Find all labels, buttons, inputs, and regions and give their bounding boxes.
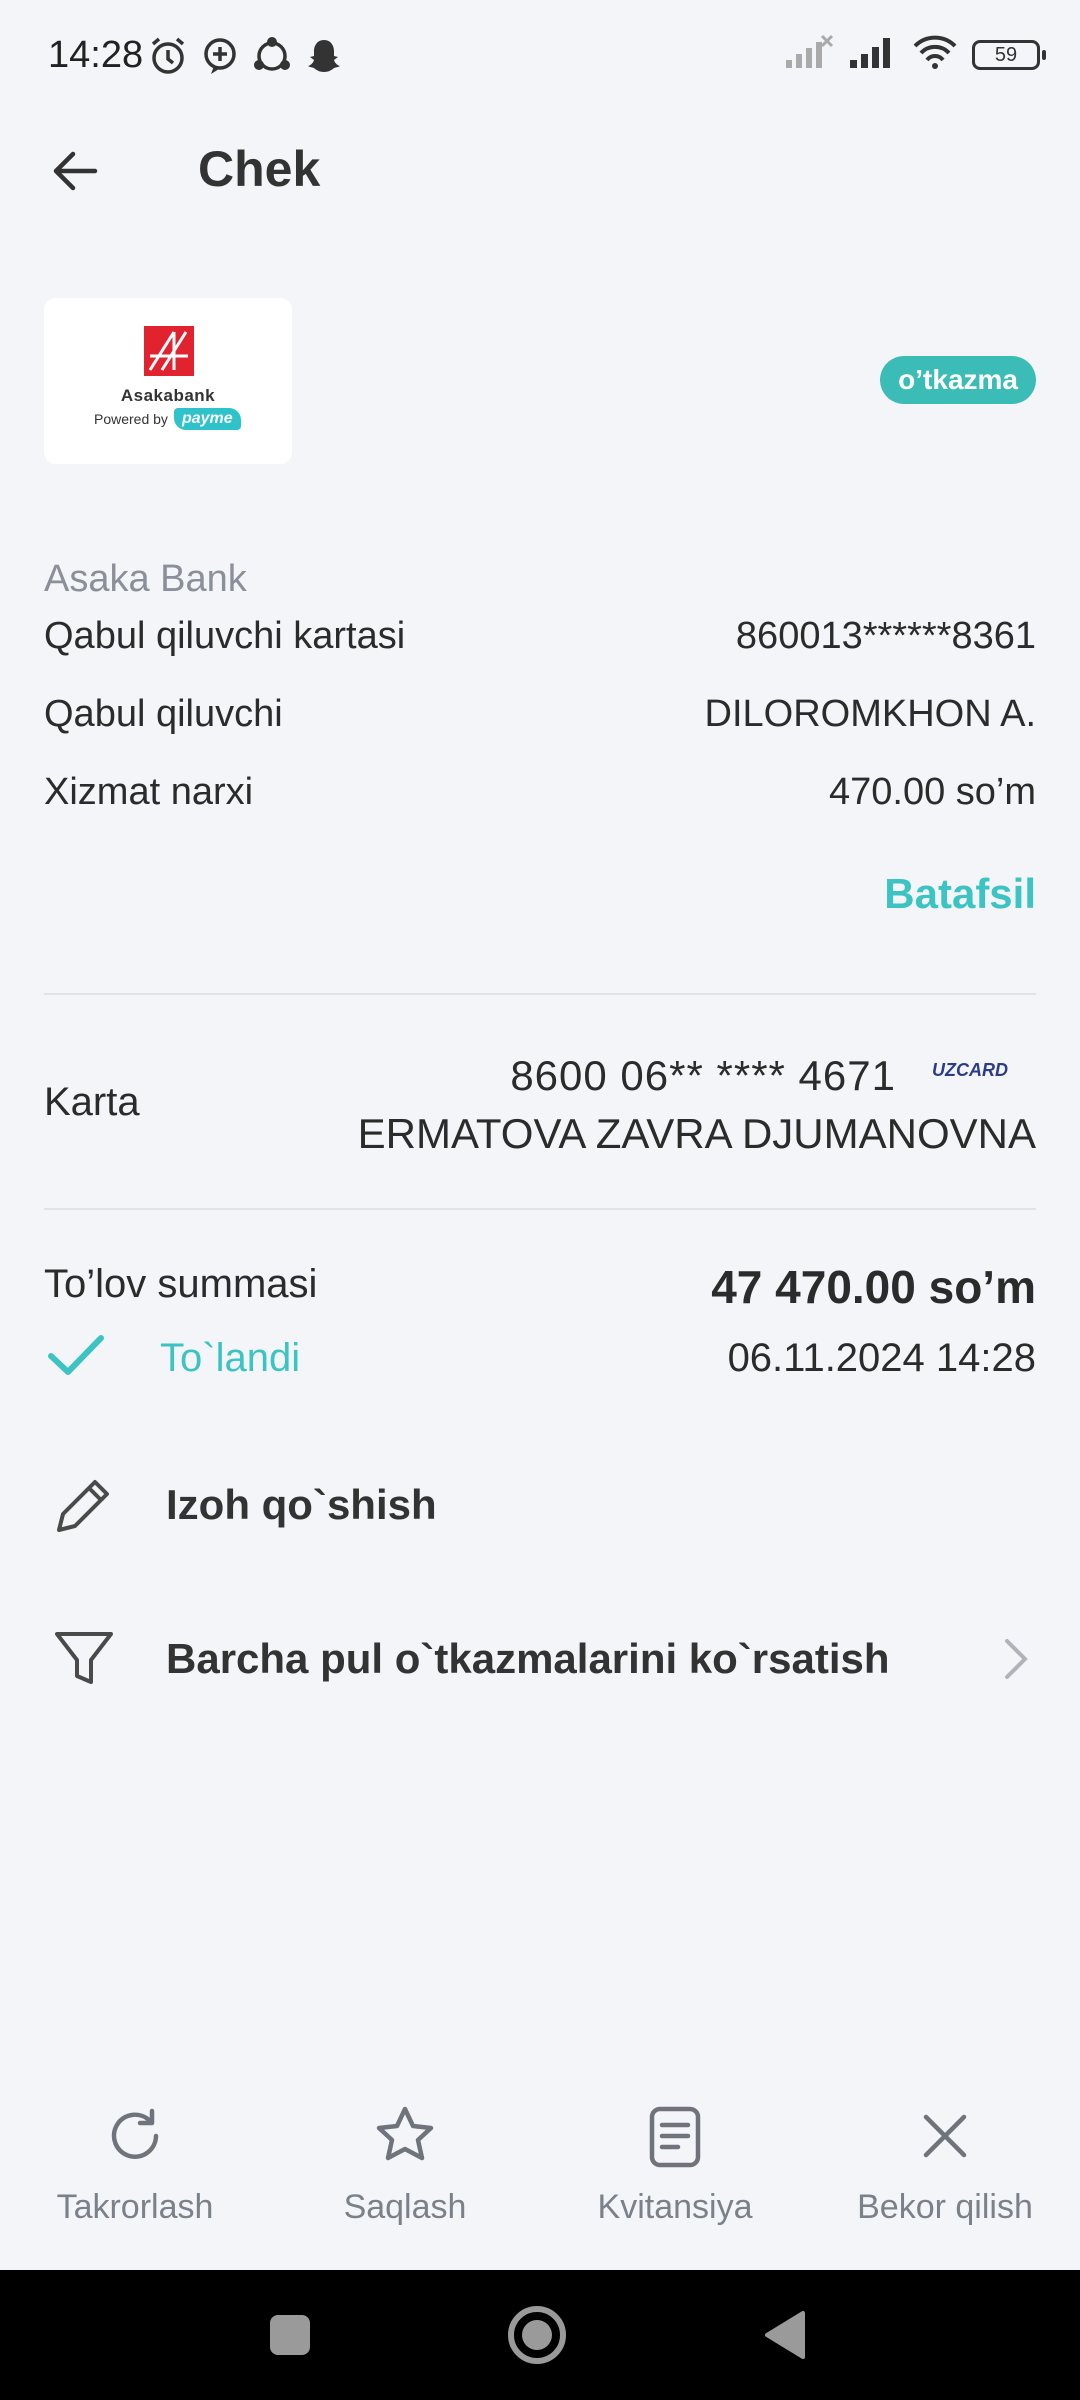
wifi-icon	[912, 34, 958, 75]
payment-amount: 47 470.00 so’m	[711, 1261, 1036, 1313]
no-signal-icon	[784, 34, 834, 75]
payment-label: To’lov summasi	[44, 1262, 318, 1306]
payment-date: 06.11.2024 14:28	[727, 1336, 1036, 1380]
alarm-icon	[146, 34, 190, 78]
logo-name: Asakabank	[120, 386, 216, 405]
filter-icon	[44, 1619, 124, 1699]
payment-status: To`landi	[160, 1336, 301, 1380]
back-button[interactable]	[40, 136, 110, 206]
signal-icon	[848, 34, 898, 75]
status-bar: 14:28 59	[0, 0, 1080, 110]
receipt-button[interactable]: Kvitansiya	[540, 2096, 810, 2246]
add-comment-button[interactable]: Izoh qo`shish	[44, 1460, 1036, 1550]
detail-label: Xizmat narxi	[44, 770, 254, 813]
detail-value: DILOROMKHON A.	[704, 692, 1037, 735]
home-button[interactable]	[502, 2300, 572, 2370]
card-number: 8600 06** **** 4671	[510, 1052, 896, 1099]
receipt-icon	[635, 2096, 715, 2176]
recents-button[interactable]	[255, 2300, 325, 2370]
system-icons: 59	[784, 34, 1046, 75]
payme-badge: payme	[173, 408, 241, 430]
triangle-back-icon	[765, 2311, 805, 2359]
detail-row-recipient: Qabul qiluvchi DILOROMKHON A.	[44, 684, 1036, 744]
chevron-right-icon	[996, 1629, 1036, 1689]
detail-value: 470.00 so’m	[828, 770, 1036, 813]
merchant-logo: Asakabank Powered by payme	[44, 298, 292, 464]
refresh-icon	[95, 2096, 175, 2176]
system-nav-bar	[0, 2270, 1080, 2400]
receipt-label: Kvitansiya	[597, 2188, 753, 2226]
repeat-button[interactable]: Takrorlash	[0, 2096, 270, 2246]
more-details-link[interactable]: Batafsil	[884, 870, 1036, 918]
star-icon	[365, 2096, 445, 2176]
logo-powered-by: Powered by payme	[94, 408, 241, 430]
divider	[44, 993, 1036, 995]
bank-name: Asaka Bank	[44, 558, 247, 600]
powered-by-text: Powered by	[94, 411, 168, 427]
repeat-label: Takrorlash	[56, 2188, 214, 2226]
detail-label: Qabul qiluvchi	[44, 692, 283, 735]
uzcard-logo: UZCARD	[932, 1060, 1008, 1080]
arrow-left-icon	[53, 151, 98, 191]
check-icon	[48, 1335, 104, 1375]
status-time: 14:28	[48, 34, 144, 76]
transfer-tag: o’tkazma	[880, 356, 1036, 404]
page-title: Chek	[198, 141, 321, 197]
save-label: Saqlash	[343, 2188, 467, 2226]
snapchat-icon	[302, 34, 346, 78]
cancel-label: Bekor qilish	[857, 2188, 1033, 2226]
notification-icons	[146, 34, 346, 78]
app-bar: Chek	[0, 120, 1080, 220]
card-owner: ERMATOVA ZAVRA DJUMANOVNA	[357, 1110, 1036, 1157]
detail-row-service-fee: Xizmat narxi 470.00 so’m	[44, 762, 1036, 822]
sync-icon	[250, 34, 294, 78]
battery-icon: 59	[972, 39, 1046, 70]
bottom-action-bar: Takrorlash Saqlash Kvitansiya Bekor qili…	[0, 2060, 1080, 2270]
divider	[44, 1208, 1036, 1210]
cancel-button[interactable]: Bekor qilish	[810, 2096, 1080, 2246]
card-label: Karta	[44, 1080, 140, 1124]
show-all-transfers-label: Barcha pul o`tkazmalarini ko`rsatish	[166, 1635, 890, 1682]
pencil-icon	[44, 1465, 124, 1545]
square-icon	[270, 2315, 310, 2355]
detail-label: Qabul qiluvchi kartasi	[44, 614, 406, 657]
detail-row-recipient-card: Qabul qiluvchi kartasi 860013******8361	[44, 606, 1036, 666]
asakabank-logo-icon	[144, 326, 194, 376]
back-nav-button[interactable]	[750, 2300, 820, 2370]
circle-home-icon	[508, 2306, 566, 2364]
detail-value: 860013******8361	[735, 614, 1036, 657]
save-button[interactable]: Saqlash	[270, 2096, 540, 2246]
show-all-transfers-button[interactable]: Barcha pul o`tkazmalarini ko`rsatish	[44, 1614, 1036, 1704]
message-plus-icon	[198, 34, 242, 78]
add-comment-label: Izoh qo`shish	[166, 1481, 437, 1528]
close-icon	[905, 2096, 985, 2176]
